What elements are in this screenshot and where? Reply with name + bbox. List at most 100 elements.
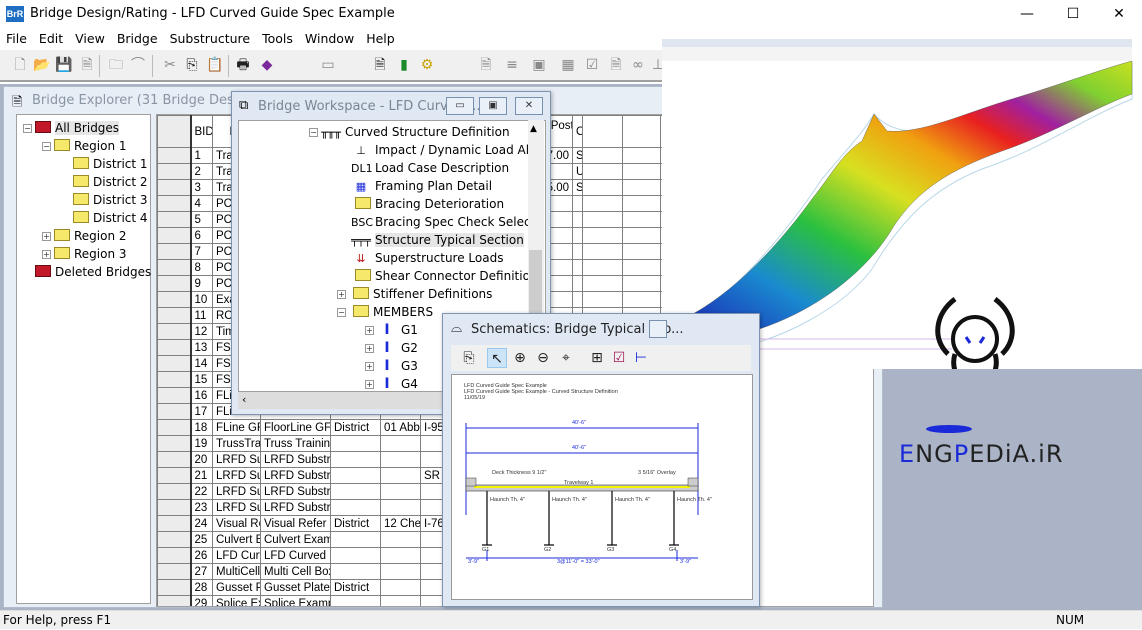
glasses-icon[interactable]: ∞ [628, 55, 648, 75]
row-header[interactable] [157, 339, 192, 356]
row-header[interactable] [157, 163, 192, 180]
workspace-tree-node[interactable]: BSC Bracing Spec Check Selecti [337, 213, 539, 231]
workspace-close-button[interactable]: ✕ [515, 97, 543, 115]
new-icon[interactable]: 🗋 [10, 55, 30, 75]
row-header[interactable] [157, 259, 192, 276]
tree-node[interactable]: Deleted Bridges [23, 263, 151, 281]
row-header[interactable] [157, 579, 192, 596]
cut-icon[interactable]: ✂ [160, 55, 180, 75]
column-header[interactable]: O [572, 115, 583, 148]
menu-substructure[interactable]: Substructure [164, 29, 257, 49]
row-header[interactable] [157, 435, 192, 452]
tree-node[interactable]: District 1 [61, 155, 148, 173]
menu-view[interactable]: View [69, 29, 111, 49]
workspace-tree-node[interactable]: + I G2 [365, 339, 418, 357]
export-icon[interactable]: 🗎 [476, 55, 496, 75]
row-header[interactable] [157, 147, 192, 164]
copy-icon[interactable]: ⎘ [182, 55, 202, 75]
menu-tools[interactable]: Tools [256, 29, 299, 49]
workspace-tree-node[interactable]: Bracing Deterioration [337, 195, 504, 213]
workspace-minimize-button[interactable]: ▭ [446, 97, 474, 115]
row-header[interactable] [157, 211, 192, 228]
report-icon[interactable]: 🗎 [606, 55, 626, 75]
workspace-tree-node[interactable]: ⇊ Superstructure Loads [337, 249, 503, 267]
row-header[interactable] [157, 275, 192, 292]
row-header[interactable] [157, 291, 192, 308]
row-header[interactable] [157, 387, 192, 404]
tree-node[interactable]: District 2 [61, 173, 148, 191]
row-header[interactable] [157, 243, 192, 260]
expand-icon[interactable]: + [337, 290, 346, 299]
menu-file[interactable]: File [0, 29, 33, 49]
dimension-icon[interactable]: ⊢ [631, 348, 651, 368]
row-header[interactable] [157, 419, 192, 436]
properties-icon[interactable]: 🗎 [77, 55, 97, 75]
help-book-icon[interactable]: ◆ [257, 55, 277, 75]
paste-icon[interactable]: 📋 [205, 55, 225, 75]
workspace-maximize-button[interactable]: ▣ [479, 97, 507, 115]
menu-window[interactable]: Window [299, 29, 360, 49]
row-header[interactable] [157, 515, 192, 532]
pan-icon[interactable]: ⌖ [556, 348, 576, 368]
check-icon[interactable]: ☑ [609, 348, 629, 368]
sort-icon[interactable]: ≡ [502, 55, 522, 75]
pointer-icon[interactable]: ↖ [487, 348, 507, 368]
folder-icon[interactable]: 🗀 [106, 55, 126, 75]
expand-icon[interactable]: + [365, 344, 374, 353]
workspace-tree-node[interactable]: ⊥ Impact / Dynamic Load All [337, 141, 532, 159]
workspace-tree-node[interactable]: + I G4 [365, 375, 418, 391]
print-icon[interactable]: 🖶 [233, 55, 253, 75]
workspace-tree-node[interactable]: Shear Connector Definition [337, 267, 538, 285]
row-header[interactable] [157, 451, 192, 468]
workspace-tree-node[interactable]: ▦ Framing Plan Detail [337, 177, 492, 195]
menu-bridge[interactable]: Bridge [111, 29, 164, 49]
maximize-button[interactable]: ☐ [1050, 0, 1096, 29]
column-header[interactable] [582, 115, 623, 148]
close-button[interactable]: ✕ [1096, 0, 1142, 29]
workspace-tree-node[interactable]: − ╥╥╥ Curved Structure Definition [309, 123, 510, 141]
row-header[interactable] [157, 179, 192, 196]
collapse-icon[interactable]: − [42, 142, 51, 151]
disk-icon[interactable]: ▣ [529, 55, 549, 75]
row-header[interactable] [157, 563, 192, 580]
table-icon[interactable]: ▦ [558, 55, 578, 75]
workspace-tree-node[interactable]: + I G3 [365, 357, 418, 375]
row-header[interactable] [157, 403, 192, 420]
tree-node[interactable]: District 4 [61, 209, 148, 227]
expand-icon[interactable]: + [365, 362, 374, 371]
workspace-tree-node[interactable]: + I G1 [365, 321, 418, 339]
tools-icon[interactable]: ⚙ [417, 55, 437, 75]
menu-edit[interactable]: Edit [33, 29, 69, 49]
tree-node[interactable]: − All Bridges [23, 119, 120, 137]
row-header[interactable] [157, 355, 192, 372]
scroll-left-icon[interactable]: ‹ [242, 393, 246, 406]
zoom-out-icon[interactable]: ⊖ [533, 348, 553, 368]
scroll-up-icon[interactable]: ▲ [530, 124, 537, 134]
tree-node[interactable]: − Region 1 [42, 137, 127, 155]
column-header[interactable]: BID [190, 115, 213, 148]
copy-icon[interactable]: ⎘ [459, 348, 479, 368]
schematics-minimize-button[interactable] [649, 320, 667, 338]
collapse-icon[interactable]: − [23, 124, 32, 133]
save-icon[interactable]: 💾 [54, 55, 74, 75]
tree-node[interactable]: District 3 [61, 191, 148, 209]
workspace-tree-node[interactable]: ╤╤╤ Structure Typical Section [337, 231, 524, 249]
menu-help[interactable]: Help [360, 29, 401, 49]
row-header[interactable] [157, 547, 192, 564]
row-header[interactable] [157, 499, 192, 516]
tree-node[interactable]: + Region 3 [42, 245, 127, 263]
row-header[interactable] [157, 323, 192, 340]
minimize-button[interactable]: — [1004, 0, 1050, 29]
row-header[interactable] [157, 371, 192, 388]
expand-icon[interactable]: + [42, 250, 51, 259]
row-header[interactable] [157, 195, 192, 212]
expand-icon[interactable]: + [365, 326, 374, 335]
workspace-tree-node[interactable]: DL1 Load Case Description [337, 159, 509, 177]
row-header[interactable] [157, 531, 192, 548]
library-icon[interactable]: ▮ [394, 55, 414, 75]
fit-icon[interactable]: ⊞ [587, 348, 607, 368]
explorer-icon[interactable]: 🗎 [370, 55, 390, 75]
open-icon[interactable]: 📂 [32, 55, 52, 75]
row-header[interactable] [157, 227, 192, 244]
workspace-tree-node[interactable]: + Stiffener Definitions [337, 285, 492, 303]
